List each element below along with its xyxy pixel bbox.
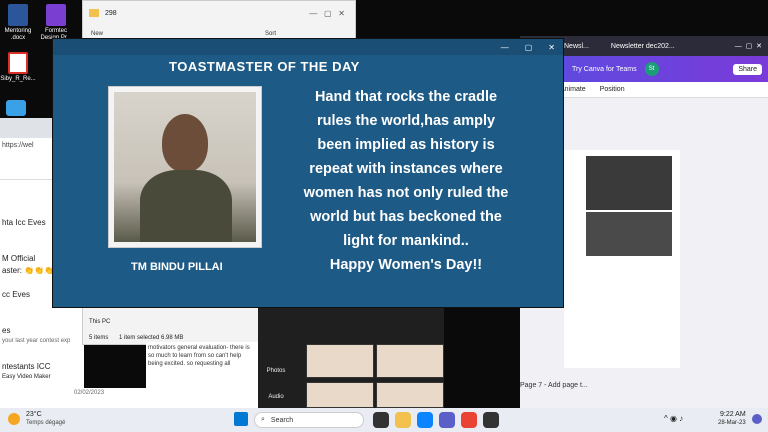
chrome-icon[interactable] [461, 412, 477, 428]
clock-date[interactable]: 28-Mar-23 [718, 420, 746, 426]
address-bar[interactable]: https://wel [2, 142, 34, 149]
avatar[interactable]: St [644, 62, 659, 76]
quote-line: Hand that rocks the cradle [314, 89, 498, 105]
taskbar-apps [370, 412, 502, 428]
quote-line: Happy Women's Day!! [329, 257, 483, 273]
chat-line: hta Icc Eves [2, 218, 46, 227]
audio-item[interactable]: Audio [258, 394, 294, 400]
window-controls[interactable]: — ▢ ✕ [735, 42, 762, 50]
chat-line: cc Eves [2, 290, 31, 299]
video-tile [306, 344, 374, 378]
system-tray-icons[interactable]: ^ ◉ ♪ [664, 414, 683, 423]
quote-line: been implied as history is [317, 137, 495, 153]
formtec-icon [46, 4, 66, 26]
quote-line: light for mankind.. [343, 233, 469, 249]
presentation-popup: — ▢ ✕ TOASTMASTER OF THE DAY TM BINDU PI… [52, 38, 564, 308]
teams-icon[interactable] [439, 412, 455, 428]
share-button[interactable]: Share [733, 63, 762, 75]
status-selected: 1 item selected 6.98 MB [119, 335, 184, 341]
chat-footer: 02/02/2023 [0, 388, 258, 408]
close-icon[interactable]: ✕ [548, 43, 555, 52]
word-icon [8, 4, 28, 26]
weather-temp[interactable]: 23°C [26, 411, 42, 418]
try-canva-button[interactable]: Try Canva for Teams [572, 66, 637, 73]
explorer-icon[interactable] [395, 412, 411, 428]
page-image [586, 156, 672, 210]
chat-line: es [2, 326, 11, 335]
nav-item-this-pc[interactable]: This PC [89, 319, 110, 325]
explorer-title: 298 [105, 9, 117, 17]
speaker-name: TM BINDU PILLAI [131, 261, 223, 273]
taskview-icon[interactable] [373, 412, 389, 428]
chat-message: motivators general evaluation- there is … [146, 342, 258, 388]
position-button[interactable]: Position [600, 86, 625, 93]
pdf-icon [8, 52, 28, 74]
photos-sidebar: Photos Audio [258, 354, 294, 408]
start-icon[interactable] [234, 412, 248, 426]
weather-icon [8, 413, 20, 425]
chat-line: Easy Video Maker [2, 374, 51, 380]
taskbar: 23°C Temps dégagé ⌕ Search ^ ◉ ♪ 9:22 AM… [0, 408, 768, 432]
speaker-photo-image [114, 92, 256, 242]
new-button[interactable]: New [91, 31, 103, 37]
video-call-panel: Photos Audio [258, 308, 444, 408]
quote-line: women has not only ruled the [303, 185, 509, 201]
quote-text: Hand that rocks the cradle rules the wor… [281, 85, 531, 277]
weather-desc: Temps dégagé [26, 420, 66, 426]
chat-line: your last year contest exp [2, 338, 71, 344]
slide-heading: TOASTMASTER OF THE DAY [169, 59, 360, 74]
sort-button[interactable]: Sort [265, 31, 276, 37]
popup-controls[interactable]: — ▢ ✕ [53, 39, 563, 55]
window-controls[interactable]: — ▢ ✕ [309, 9, 345, 18]
photos-item[interactable]: Photos [258, 368, 294, 374]
folder-icon [89, 9, 99, 17]
page-image [586, 212, 672, 256]
clock-time[interactable]: 9:22 AM [720, 411, 746, 418]
chat-line: ntestants ICC [2, 362, 51, 371]
quote-line: repeat with instances where [309, 161, 503, 177]
search-icon: ⌕ [261, 416, 265, 423]
video-tile [306, 382, 374, 408]
canva-page [564, 150, 680, 368]
chat-line: M Official [2, 254, 36, 263]
desktop-icon-formtec[interactable]: Formtec Design Pr... [38, 4, 74, 42]
chat-date: 02/02/2023 [74, 390, 105, 396]
person-head [162, 114, 208, 172]
video-tile [376, 382, 444, 408]
person-body [140, 170, 232, 242]
edge-desktop-icon[interactable] [6, 100, 26, 116]
quote-line: world but has beckoned the [310, 209, 502, 225]
speaker-photo [109, 87, 261, 247]
notification-icon[interactable] [752, 414, 762, 424]
video-tile [376, 344, 444, 378]
explorer-titlebar: 298 — ▢ ✕ [83, 1, 355, 25]
search-box[interactable]: ⌕ Search [254, 412, 364, 428]
quote-line: rules the world,has amply [316, 113, 496, 129]
minimize-icon[interactable]: — [501, 43, 509, 52]
chat-line: aster: 👏👏👏 [2, 266, 55, 275]
page-label[interactable]: Page 7 - Add page t... [520, 382, 588, 389]
tab-newsletter[interactable]: Newsletter dec202... [611, 43, 675, 50]
maximize-icon[interactable]: ▢ [525, 43, 533, 52]
status-items: 5 items [89, 335, 109, 341]
desktop-icon-pdf[interactable]: Siby_R_Re... [0, 52, 36, 83]
edge-icon[interactable] [417, 412, 433, 428]
media-icon[interactable] [483, 412, 499, 428]
desktop-icon-word[interactable]: Mentoring .docx [0, 4, 36, 42]
